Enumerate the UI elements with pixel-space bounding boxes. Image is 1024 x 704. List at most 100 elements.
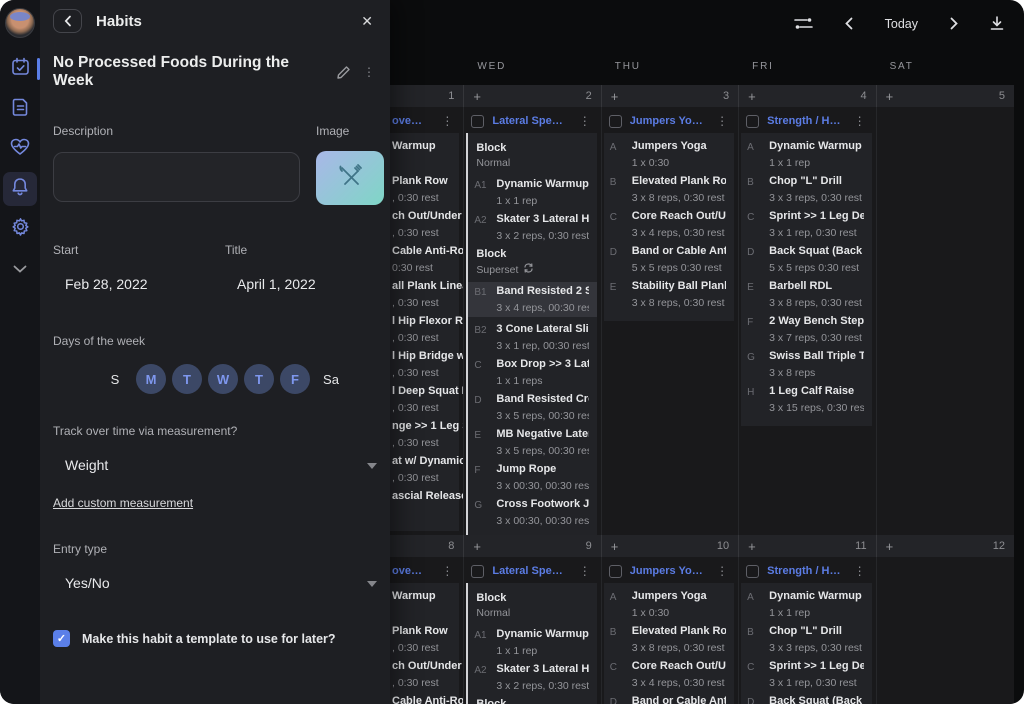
exercise-row[interactable]: GCross Footwork Jump Rope3 x 00:30, 00:3… — [474, 498, 588, 527]
exercise-row[interactable]: Cable Anti-Rotati...0:30 rest — [392, 245, 451, 274]
back-button[interactable] — [53, 9, 82, 33]
add-workout-button[interactable]: + — [748, 540, 756, 553]
workout-checkbox[interactable] — [609, 115, 622, 128]
exercise-row[interactable]: DBack Squat (Back Off Set)5 x 5 reps 0:3… — [747, 695, 863, 704]
exercise-row[interactable]: ascial Release C...· — [392, 490, 451, 519]
end-date-value[interactable]: April 1, 2022 — [225, 276, 316, 292]
day-toggle-t-4[interactable]: T — [244, 364, 274, 394]
add-workout-button[interactable]: + — [748, 90, 756, 103]
add-workout-button[interactable]: + — [473, 90, 481, 103]
exercise-row[interactable]: GSwiss Ball Triple Threat3 x 8 reps — [747, 350, 863, 379]
sidebar-item-documents[interactable] — [3, 92, 37, 126]
exercise-row[interactable]: A2Skater 3 Lateral Hops >> ...3 x 2 reps… — [474, 663, 588, 692]
day-toggle-t-2[interactable]: T — [172, 364, 202, 394]
exercise-row[interactable]: F2 Way Bench Step Up3 x 7 reps, 0:30 res… — [747, 315, 863, 344]
edit-pencil-icon[interactable] — [336, 65, 351, 80]
workout-card-title[interactable]: Strength / Hypertro... — [767, 565, 843, 577]
description-input[interactable] — [53, 152, 300, 202]
exercise-row[interactable]: A1Dynamic Warmup1 x 1 rep — [474, 628, 588, 657]
workout-checkbox[interactable] — [471, 565, 484, 578]
add-custom-measurement-link[interactable]: Add custom measurement — [53, 496, 193, 510]
workout-checkbox[interactable] — [746, 115, 759, 128]
sidebar-item-calendar[interactable] — [3, 52, 37, 86]
exercise-row[interactable]: AJumpers Yoga1 x 0:30 — [610, 140, 726, 169]
exercise-row[interactable]: FJump Rope3 x 00:30, 00:30 rest — [474, 463, 588, 492]
workout-checkbox[interactable] — [471, 115, 484, 128]
template-checkbox[interactable]: ✓ — [53, 630, 70, 647]
habit-menu-icon[interactable] — [361, 66, 377, 78]
add-workout-button[interactable]: + — [886, 90, 894, 103]
workout-card-title[interactable]: Lateral Speed / Plyo — [492, 115, 568, 127]
exercise-row[interactable]: Plank Row, 0:30 rest — [392, 625, 451, 654]
exercise-row[interactable]: l Hip Bridge w/ ..., 0:30 rest — [392, 350, 451, 379]
exercise-row[interactable]: Warmup· — [392, 140, 451, 169]
workout-card-title[interactable]: ovement Q... — [392, 115, 431, 127]
workout-menu-icon[interactable] — [852, 115, 868, 127]
add-workout-button[interactable]: + — [611, 90, 619, 103]
sidebar-collapse-chevron[interactable] — [13, 260, 27, 278]
exercise-row[interactable]: ch Out/Under, 0:30 rest — [392, 660, 451, 689]
workout-menu-icon[interactable] — [439, 565, 455, 577]
entry-type-select[interactable]: Yes/No — [53, 574, 377, 592]
workout-checkbox[interactable] — [609, 565, 622, 578]
exercise-row[interactable]: BElevated Plank Row3 x 8 reps, 0:30 rest — [610, 625, 726, 654]
day-toggle-w-3[interactable]: W — [208, 364, 238, 394]
workout-menu-icon[interactable] — [577, 115, 593, 127]
exercise-row[interactable]: DBack Squat (Back Off Set)5 x 5 reps 0:3… — [747, 245, 863, 274]
exercise-row[interactable]: DBand Resisted Crossover...3 x 5 reps, 0… — [474, 393, 588, 422]
day-toggle-sa-6[interactable]: Sa — [316, 364, 346, 394]
exercise-row[interactable]: at w/ Dynamic P..., 0:30 rest — [392, 455, 451, 484]
workout-menu-icon[interactable] — [714, 565, 730, 577]
exercise-row[interactable]: EMB Negative Lateral Hop...3 x 5 reps, 0… — [474, 428, 588, 457]
exercise-row[interactable]: l Deep Squat Mo..., 0:30 rest — [392, 385, 451, 414]
workout-card-title[interactable]: Jumpers Yoga / Core — [630, 115, 706, 127]
add-workout-button[interactable]: + — [886, 540, 894, 553]
workout-card-title[interactable]: ovement Q... — [392, 565, 431, 577]
sidebar-item-settings[interactable] — [3, 212, 37, 246]
measurement-select[interactable]: Weight — [53, 456, 377, 474]
day-toggle-f-5[interactable]: F — [280, 364, 310, 394]
start-date-value[interactable]: Feb 28, 2022 — [53, 276, 225, 292]
exercise-row[interactable]: EStability Ball Plank Linear ...3 x 8 re… — [610, 280, 726, 309]
exercise-row[interactable]: Cable Anti-Rotati...0:30 rest — [392, 695, 451, 704]
workout-card-title[interactable]: Lateral Speed / Plyo — [492, 565, 568, 577]
exercise-row[interactable]: nge >> 1 Leg St..., 0:30 rest — [392, 420, 451, 449]
exercise-row[interactable]: AJumpers Yoga1 x 0:30 — [610, 590, 726, 619]
exercise-row[interactable]: H1 Leg Calf Raise3 x 15 reps, 0:30 rest — [747, 385, 863, 414]
exercise-row[interactable]: all Plank Linear ..., 0:30 rest — [392, 280, 451, 309]
exercise-row[interactable]: ch Out/Under, 0:30 rest — [392, 210, 451, 239]
workout-menu-icon[interactable] — [852, 565, 868, 577]
exercise-row[interactable]: CCore Reach Out/Under3 x 4 reps, 0:30 re… — [610, 210, 726, 239]
day-toggle-m-1[interactable]: M — [136, 364, 166, 394]
exercise-row[interactable]: DBand or Cable Anti Rotati...5 x 5 reps … — [610, 695, 726, 704]
exercise-row[interactable]: Warmup· — [392, 590, 451, 619]
exercise-row[interactable]: BChop "L" Drill3 x 3 reps, 0:30 rest — [747, 625, 863, 654]
habit-image-tile[interactable] — [316, 151, 384, 205]
add-workout-button[interactable]: + — [473, 540, 481, 553]
exercise-row[interactable]: BElevated Plank Row3 x 8 reps, 0:30 rest — [610, 175, 726, 204]
exercise-row[interactable]: CCore Reach Out/Under3 x 4 reps, 0:30 re… — [610, 660, 726, 689]
exercise-row[interactable]: CSprint >> 1 Leg Declarations3 x 1 rep, … — [747, 660, 863, 689]
sidebar-item-habits[interactable] — [3, 172, 37, 206]
exercise-row[interactable]: BChop "L" Drill3 x 3 reps, 0:30 rest — [747, 175, 863, 204]
exercise-row[interactable]: B1Band Resisted 2 Step Late...3 x 4 reps… — [468, 282, 596, 317]
add-workout-button[interactable]: + — [611, 540, 619, 553]
exercise-row[interactable]: CBox Drop >> 3 Lateral H...1 x 1 reps — [474, 358, 588, 387]
exercise-row[interactable]: DBand or Cable Anti Rotati...5 x 5 reps … — [610, 245, 726, 274]
exercise-row[interactable]: B23 Cone Lateral Slide3 x 1 rep, 00:30 r… — [474, 323, 588, 352]
workout-menu-icon[interactable] — [714, 115, 730, 127]
exercise-row[interactable]: A2Skater 3 Lateral Hops >> ...3 x 2 reps… — [474, 213, 588, 242]
sidebar-item-health[interactable] — [3, 132, 37, 166]
workout-card-title[interactable]: Strength / Hypertro... — [767, 115, 843, 127]
exercise-row[interactable]: ADynamic Warmup1 x 1 rep — [747, 140, 863, 169]
workout-card-title[interactable]: Jumpers Yoga / Core — [630, 565, 706, 577]
exercise-row[interactable]: l Hip Flexor Rais..., 0:30 rest — [392, 315, 451, 344]
workout-checkbox[interactable] — [746, 565, 759, 578]
exercise-row[interactable]: Plank Row, 0:30 rest — [392, 175, 451, 204]
close-icon[interactable]: ✕ — [357, 9, 377, 34]
exercise-row[interactable]: CSprint >> 1 Leg Declarations3 x 1 rep, … — [747, 210, 863, 239]
day-toggle-s-0[interactable]: S — [100, 364, 130, 394]
exercise-row[interactable]: EBarbell RDL3 x 8 reps, 0:30 rest — [747, 280, 863, 309]
exercise-row[interactable]: ADynamic Warmup1 x 1 rep — [747, 590, 863, 619]
workout-menu-icon[interactable] — [439, 115, 455, 127]
